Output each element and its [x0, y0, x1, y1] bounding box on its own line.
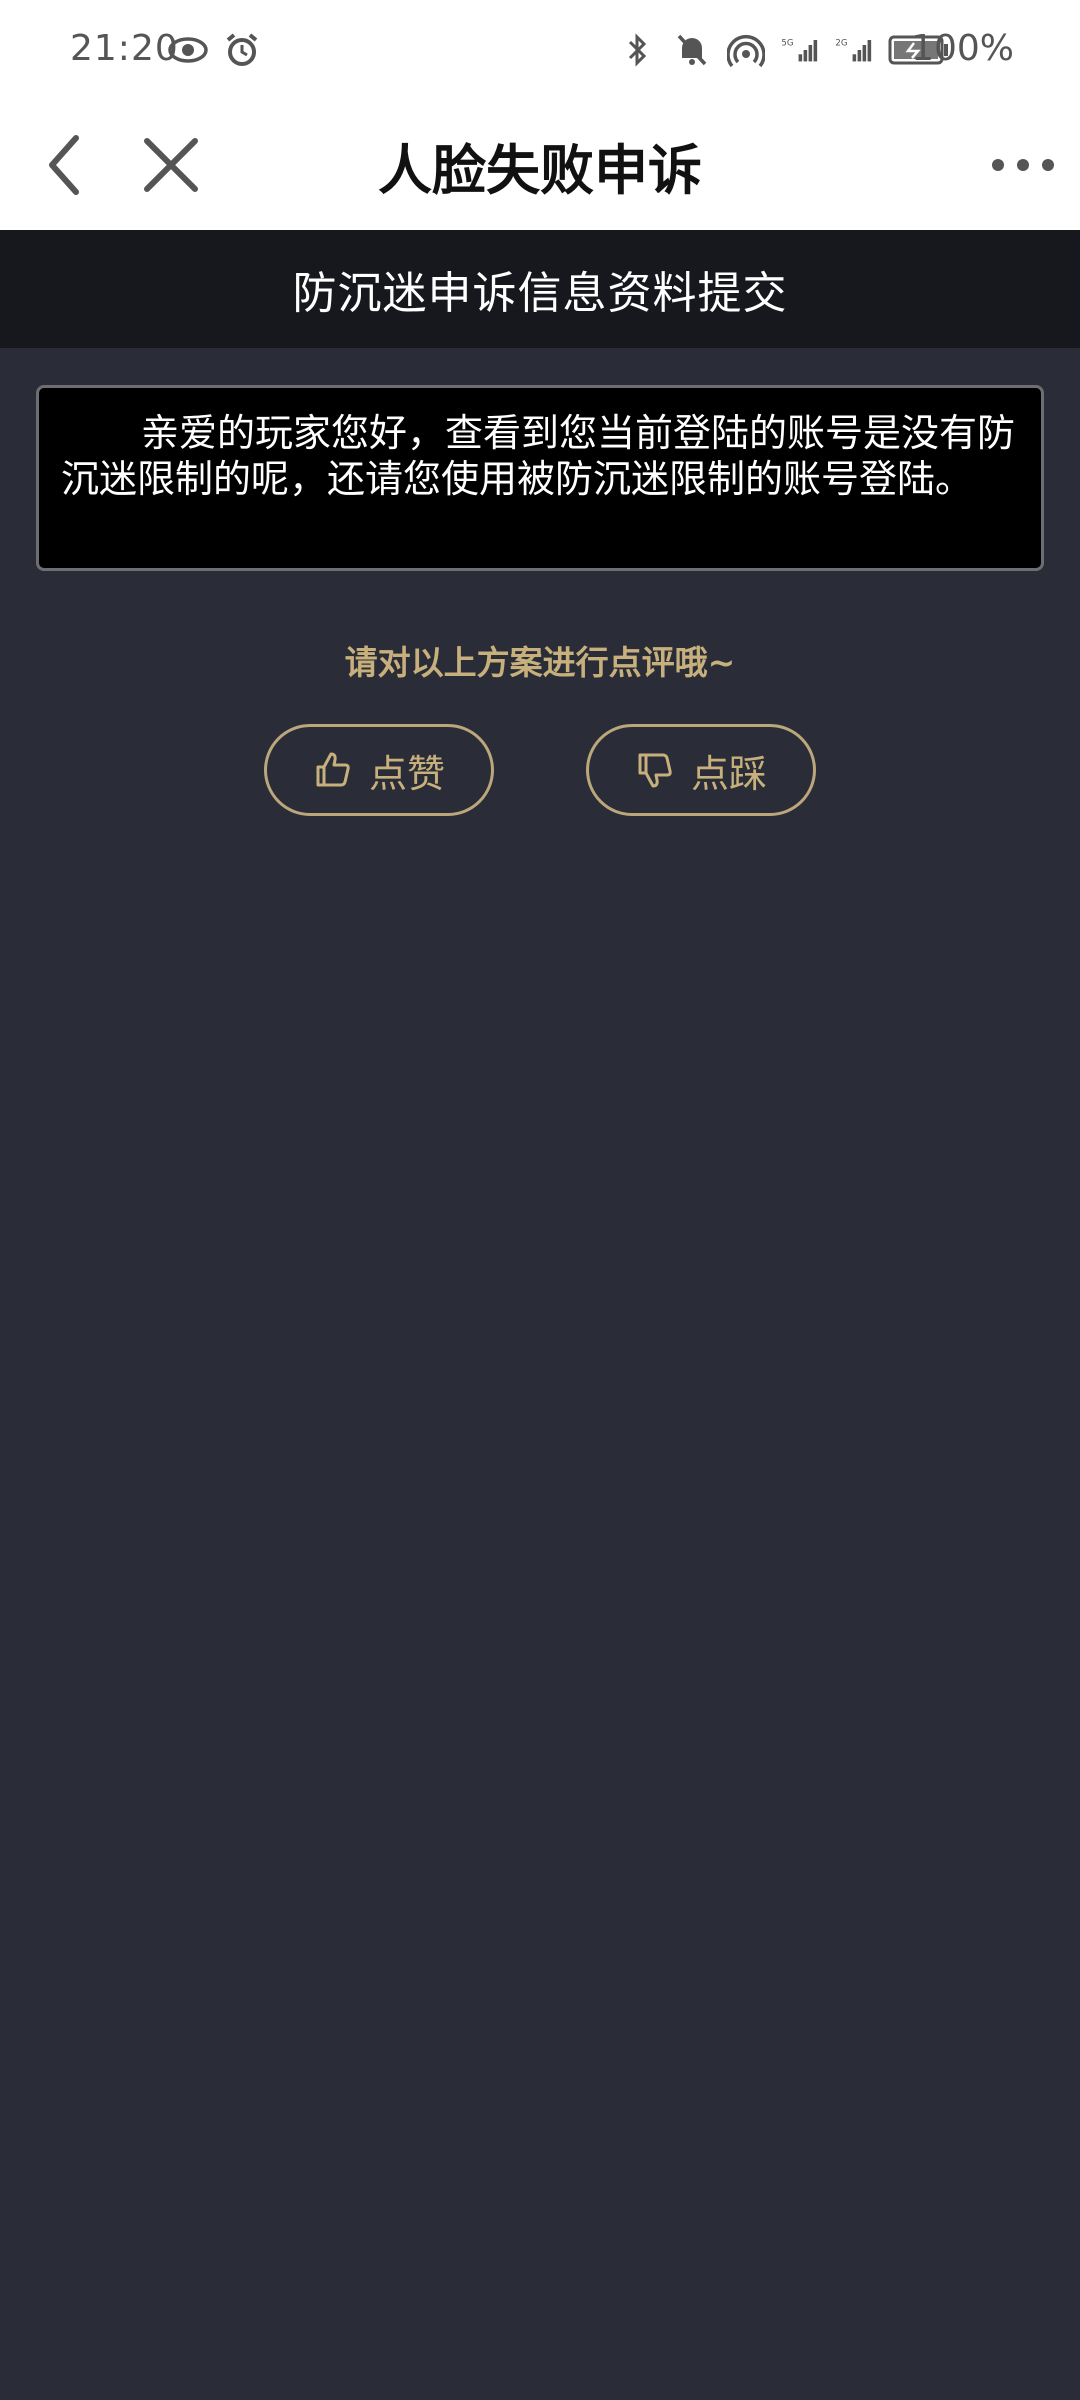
- more-button[interactable]: [978, 120, 1068, 210]
- svg-text:5G: 5G: [781, 39, 793, 49]
- back-icon: [49, 135, 79, 195]
- dislike-button[interactable]: 点踩: [586, 724, 816, 816]
- hotspot-icon: [726, 30, 766, 70]
- nav-bar: 人脸失败申诉: [0, 100, 1080, 230]
- thumbs-down-icon: [638, 753, 672, 788]
- signal-5g-icon: 5G: [780, 30, 820, 70]
- eye-icon: [168, 30, 208, 70]
- bluetooth-icon: [618, 30, 658, 70]
- signal-2g-icon: 2G: [834, 30, 874, 70]
- like-label: 点赞: [368, 751, 445, 796]
- mute-icon: [672, 30, 712, 70]
- alarm-icon: [222, 30, 262, 70]
- status-right-icons: 5G 2G: [618, 30, 950, 70]
- dislike-label: 点踩: [690, 751, 767, 796]
- thumbs-up-icon: [316, 752, 350, 787]
- back-button[interactable]: [20, 120, 110, 210]
- status-bar: 21:20 5G 2G 100%: [0, 0, 1080, 100]
- svg-text:2G: 2G: [835, 39, 847, 49]
- status-time: 21:20: [70, 28, 179, 69]
- rating-prompt: 请对以上方案进行点评哦~: [344, 643, 736, 682]
- more-icon: [992, 159, 1054, 171]
- page-title: 人脸失败申诉: [378, 138, 702, 202]
- battery-percent: 100%: [911, 28, 1014, 69]
- close-button[interactable]: [126, 120, 216, 210]
- status-left-icons: [168, 30, 262, 70]
- section-title: 防沉迷申诉信息资料提交: [0, 230, 1080, 348]
- close-icon: [144, 138, 198, 192]
- like-button[interactable]: 点赞: [264, 724, 494, 816]
- message-box: 亲爱的玩家您好，查看到您当前登陆的账号是没有防沉迷限制的呢，还请您使用被防沉迷限…: [36, 385, 1044, 571]
